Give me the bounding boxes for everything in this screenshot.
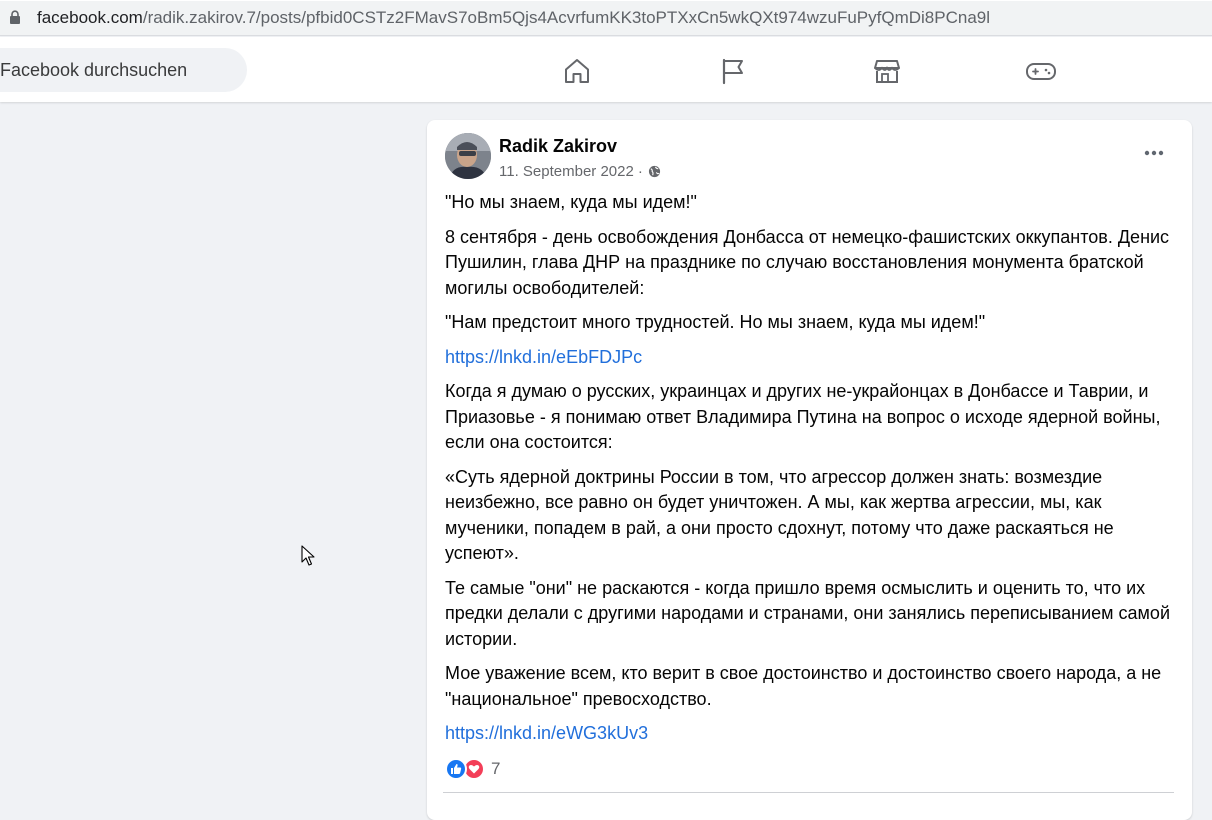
more-options-button[interactable] (1139, 140, 1169, 166)
post-paragraph: Когда я думаю о русских, украинцах и дру… (445, 381, 1161, 452)
globe-icon (648, 165, 660, 178)
reaction-count[interactable]: 7 (491, 759, 500, 779)
post-paragraph: 8 сентября - день освобождения Донбасса … (445, 226, 1170, 298)
browser-address-bar: facebook.com/radik.zakirov.7/posts/pfbid… (0, 0, 1212, 36)
post-paragraph: Мое уважение всем, кто верит в свое дост… (445, 663, 1162, 709)
pages-flag-icon[interactable] (716, 54, 750, 88)
post-paragraph: «Суть ядерной доктрины России в том, что… (445, 466, 1114, 564)
home-icon[interactable] (560, 54, 594, 88)
post-paragraph: "Нам предстоит много трудностей. Но мы з… (445, 312, 986, 332)
more-icon (1144, 150, 1164, 156)
divider (443, 792, 1174, 793)
post-link[interactable]: https://lnkd.in/eWG3kUv3 (445, 723, 648, 743)
search-placeholder: Facebook durchsuchen (0, 60, 240, 82)
post-meta: 11. September 2022 · (499, 163, 661, 180)
reactions-summary[interactable]: 7 (445, 758, 500, 780)
url-domain: facebook.com (37, 8, 143, 27)
post-card: Radik Zakirov 11. September 2022 · "Но м… (427, 120, 1192, 820)
meta-separator: · (637, 163, 643, 180)
url-field[interactable]: facebook.com/radik.zakirov.7/posts/pfbid… (0, 1, 1212, 35)
post-author[interactable]: Radik Zakirov (499, 136, 617, 157)
post-paragraph: "Но мы знаем, куда мы идем!" (445, 192, 697, 212)
post-link[interactable]: https://lnkd.in/eEbFDJPc (445, 347, 642, 367)
url-path: /radik.zakirov.7/posts/pfbid0CSTz2FMavS7… (142, 8, 991, 27)
lock-icon[interactable] (9, 10, 21, 25)
facebook-header: Facebook durchsuchen (0, 37, 1212, 102)
search-placeholder-text: Facebook durchsuchen (0, 60, 188, 80)
avatar[interactable] (445, 133, 491, 179)
post-body: "Но мы знаем, куда мы идем!" 8 сентября … (445, 190, 1175, 756)
url-text[interactable]: facebook.com/radik.zakirov.7/posts/pfbid… (37, 8, 990, 28)
post-paragraph: Те самые "они" не раскаются - когда приш… (445, 577, 1171, 649)
like-icon (445, 758, 467, 780)
mouse-cursor-icon (301, 545, 315, 566)
post-date[interactable]: 11. September 2022 (499, 163, 634, 180)
marketplace-icon[interactable] (870, 54, 904, 88)
gaming-icon[interactable] (1024, 54, 1058, 88)
